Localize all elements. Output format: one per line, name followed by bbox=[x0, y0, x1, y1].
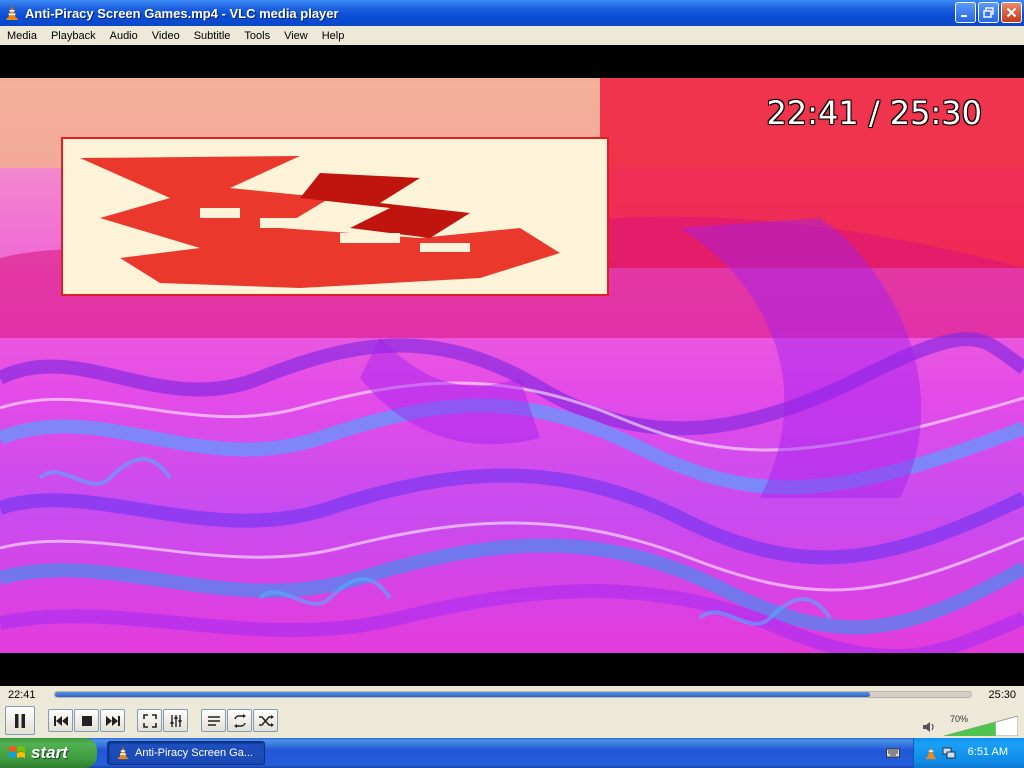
menu-video[interactable]: Video bbox=[145, 30, 187, 42]
taskbar: start Anti-Piracy Screen Ga... 6:51 AM bbox=[0, 738, 1024, 768]
windows-flag-icon bbox=[9, 746, 25, 758]
playlist-icon bbox=[207, 715, 220, 726]
shuffle-icon bbox=[258, 714, 274, 727]
fullscreen-button[interactable] bbox=[137, 709, 162, 732]
system-tray: 6:51 AM bbox=[913, 738, 1024, 768]
osd-time-display: 22:41 / 25:30 bbox=[766, 94, 982, 132]
taskbar-vlc-label: Anti-Piracy Screen Ga... bbox=[135, 747, 253, 759]
network-icon[interactable] bbox=[942, 746, 956, 760]
elapsed-time: 22:41 bbox=[8, 689, 36, 701]
menu-help[interactable]: Help bbox=[315, 30, 352, 42]
seek-progress bbox=[55, 692, 871, 697]
menu-media[interactable]: Media bbox=[0, 30, 44, 42]
close-icon bbox=[1006, 7, 1017, 18]
minimize-button[interactable] bbox=[955, 2, 976, 23]
menu-playback[interactable]: Playback bbox=[44, 30, 103, 42]
next-button[interactable] bbox=[100, 709, 125, 732]
restore-icon bbox=[983, 7, 994, 18]
menu-audio[interactable]: Audio bbox=[103, 30, 145, 42]
vlc-cone-icon bbox=[6, 5, 18, 20]
speaker-icon[interactable] bbox=[922, 721, 936, 733]
glitch-artwork bbox=[0, 78, 1024, 653]
playlist-button[interactable] bbox=[201, 709, 226, 732]
equalizer-icon bbox=[170, 714, 181, 727]
close-button[interactable] bbox=[1001, 2, 1022, 23]
loop-button[interactable] bbox=[227, 709, 252, 732]
taskbar-vlc-button[interactable]: Anti-Piracy Screen Ga... bbox=[107, 741, 265, 765]
previous-button[interactable] bbox=[48, 709, 73, 732]
random-button[interactable] bbox=[253, 709, 278, 732]
start-label: start bbox=[31, 743, 68, 762]
pause-button[interactable] bbox=[5, 706, 35, 735]
stop-button[interactable] bbox=[74, 709, 99, 732]
vlc-cone-icon[interactable] bbox=[924, 746, 938, 760]
keyboard-icon[interactable] bbox=[886, 747, 900, 759]
loop-icon bbox=[233, 713, 246, 728]
next-icon bbox=[105, 715, 120, 726]
total-time[interactable]: 25:30 bbox=[988, 689, 1016, 701]
window-title: Anti-Piracy Screen Games.mp4 - VLC media… bbox=[25, 5, 339, 21]
minimize-icon bbox=[961, 15, 967, 17]
pause-icon bbox=[15, 713, 25, 728]
volume-slider[interactable] bbox=[944, 716, 1018, 736]
previous-icon bbox=[53, 715, 68, 726]
stop-icon bbox=[81, 715, 92, 726]
extended-settings-button[interactable] bbox=[163, 709, 188, 732]
start-button[interactable]: start bbox=[0, 738, 97, 768]
menu-view[interactable]: View bbox=[277, 30, 315, 42]
fullscreen-icon bbox=[142, 713, 157, 728]
seek-row: 22:41 25:30 bbox=[0, 686, 1024, 704]
vlc-cone-icon bbox=[118, 746, 128, 760]
menu-bar: Media Playback Audio Video Subtitle Tool… bbox=[0, 26, 1024, 45]
menu-tools[interactable]: Tools bbox=[237, 30, 277, 42]
video-frame: 22:41 / 25:30 bbox=[0, 78, 1024, 653]
restore-button[interactable] bbox=[978, 2, 999, 23]
title-bar[interactable]: Anti-Piracy Screen Games.mp4 - VLC media… bbox=[0, 0, 1024, 26]
menu-subtitle[interactable]: Subtitle bbox=[187, 30, 238, 42]
video-area[interactable]: 22:41 / 25:30 bbox=[0, 45, 1024, 686]
seek-slider[interactable] bbox=[54, 691, 972, 698]
taskbar-clock: 6:51 AM bbox=[967, 746, 1008, 758]
control-bar: 70% bbox=[0, 704, 1024, 738]
